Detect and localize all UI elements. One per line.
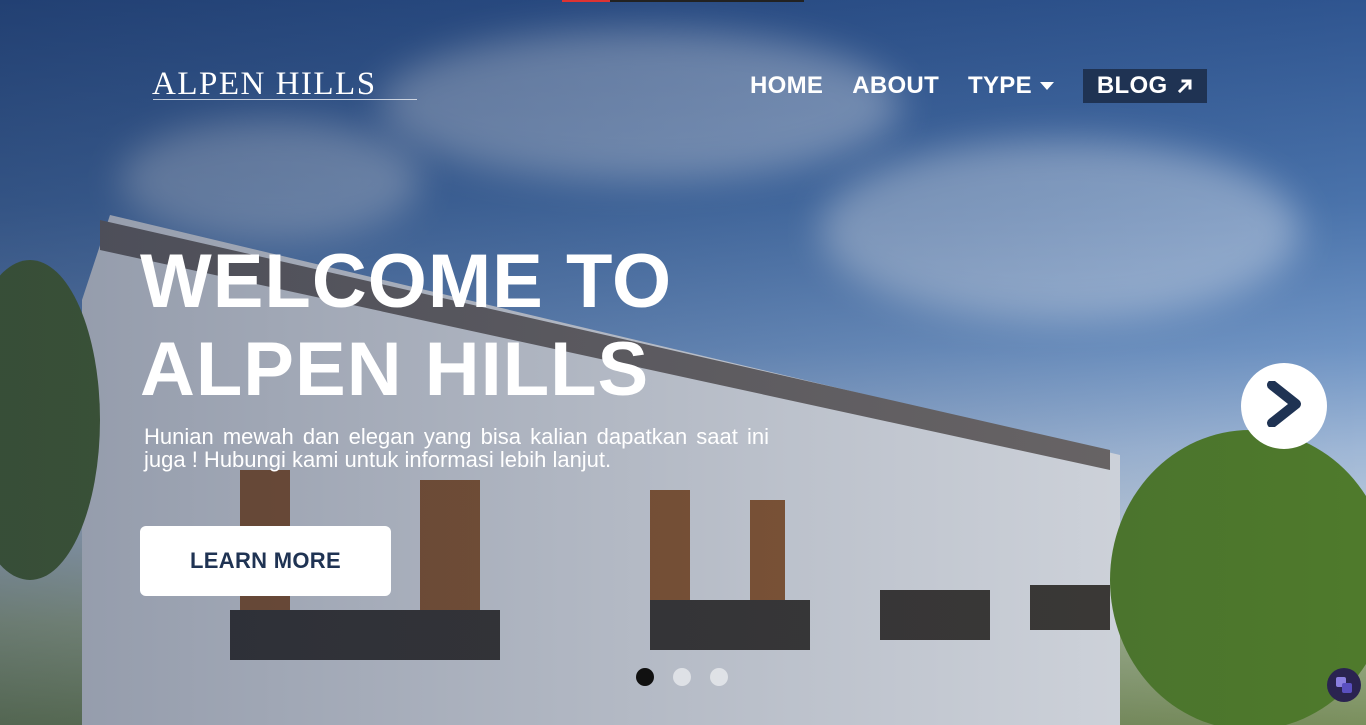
carousel-dot-1[interactable] [636,668,654,686]
external-arrow-icon [1177,78,1193,94]
caret-down-icon [1039,82,1054,90]
headline-line-1: WELCOME TO [140,239,673,324]
nav-blog[interactable]: BLOG [1082,69,1208,103]
nav-about[interactable]: ABOUT [852,72,939,100]
translate-widget-icon[interactable] [1327,668,1361,702]
nav-home-label: HOME [750,72,824,99]
nav-blog-label: BLOG [1096,72,1168,99]
nav-home[interactable]: HOME [750,72,823,100]
hero-subtext: Hunian mewah dan elegan yang bisa kalian… [144,424,769,472]
headline-line-2: ALPEN HILLS [140,327,650,412]
logo-underline [153,99,417,100]
top-progress-strip [562,0,804,2]
carousel-next-button[interactable] [1241,363,1327,449]
chevron-right-icon [1264,379,1304,432]
hero-headline: WELCOME TO ALPEN HILLS [140,238,840,414]
carousel-indicators [636,668,747,686]
site-logo[interactable]: ALPEN HILLS [152,66,377,103]
main-nav: HOME ABOUT TYPE BLOG [750,69,1208,103]
nav-type-label: TYPE [968,72,1032,99]
learn-more-button[interactable]: LEARN MORE [140,526,391,596]
nav-type-dropdown[interactable]: TYPE [968,72,1054,100]
nav-about-label: ABOUT [852,72,940,99]
carousel-dot-2[interactable] [673,668,691,686]
carousel-dot-3[interactable] [710,668,728,686]
